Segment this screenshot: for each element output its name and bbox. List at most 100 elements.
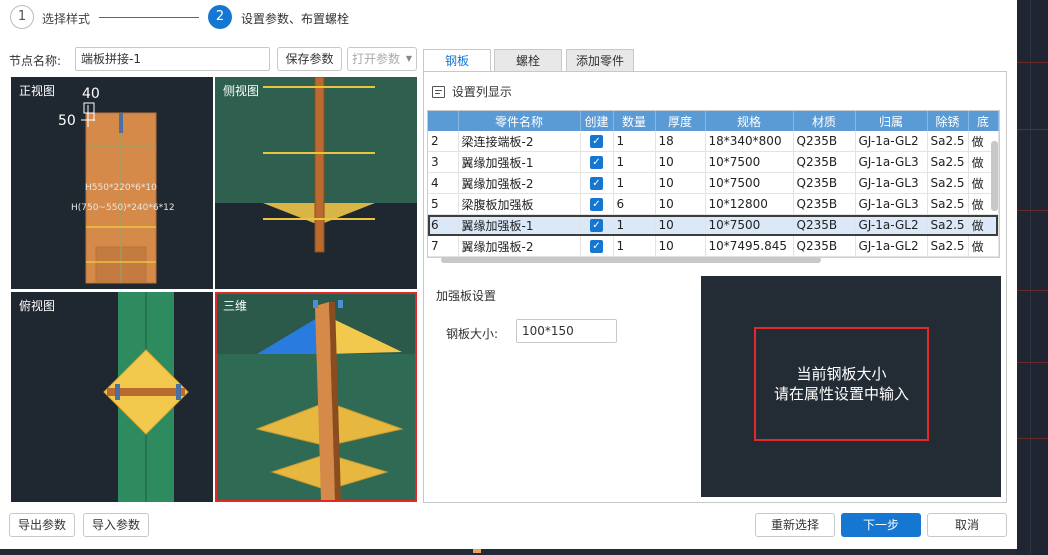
table-cell[interactable]: 10	[655, 151, 706, 173]
table-row[interactable]: 4 翼缘加强板-2 ✓ 1 10 10*7500 Q235B GJ-1a-GL3 Sa2.5 做	[428, 172, 999, 194]
col-header-create[interactable]: 创建	[580, 111, 614, 131]
table-cell[interactable]: 梁腹板加强板	[458, 193, 581, 215]
create-checkbox-cell[interactable]: ✓	[580, 235, 614, 257]
table-cell[interactable]: GJ-1a-GL2	[855, 235, 928, 257]
checkbox-checked-icon[interactable]: ✓	[590, 177, 603, 190]
table-cell[interactable]: 翼缘加强板-2	[458, 235, 581, 257]
checkbox-checked-icon[interactable]: ✓	[590, 219, 603, 232]
table-horizontal-scrollbar[interactable]	[441, 257, 821, 263]
step-1-circle[interactable]: 1	[10, 5, 34, 29]
import-params-button[interactable]: 导入参数	[83, 513, 149, 537]
parts-table[interactable]: 零件名称 创建 数量 厚度 规格 材质 归属 除锈 底 2 梁连接端板-2 ✓ 1 18…	[427, 110, 1000, 258]
col-header-owner[interactable]: 归属	[855, 111, 928, 131]
table-cell[interactable]: 10*7500	[705, 151, 794, 173]
col-header-material[interactable]: 材质	[793, 111, 856, 131]
table-cell[interactable]: 10*7495.845	[705, 235, 794, 257]
side-view-label: 侧视图	[223, 84, 260, 98]
table-cell[interactable]: 18	[655, 131, 706, 152]
table-cell[interactable]: 10	[655, 172, 706, 194]
table-row[interactable]: 7 翼缘加强板-2 ✓ 1 10 10*7495.845 Q235B GJ-1a-GL2 Sa2…	[428, 235, 999, 257]
table-cell[interactable]: 10	[655, 214, 706, 236]
col-header-thickness[interactable]: 厚度	[655, 111, 706, 131]
table-cell[interactable]: 7	[428, 235, 459, 257]
col-header-primer[interactable]: 底	[968, 111, 999, 131]
col-header-derust[interactable]: 除锈	[927, 111, 969, 131]
table-cell[interactable]: Sa2.5	[927, 151, 969, 173]
open-params-dropdown[interactable]: 打开参数 ▼	[347, 47, 417, 71]
table-cell[interactable]: 1	[613, 235, 656, 257]
table-cell[interactable]: 梁连接端板-2	[458, 131, 581, 152]
node-name-input[interactable]: 端板拼接-1	[75, 47, 270, 71]
top-view[interactable]: 俯视图	[11, 292, 213, 502]
column-settings-button[interactable]: 设置列显示	[432, 83, 512, 100]
table-cell[interactable]: 5	[428, 193, 459, 215]
table-cell[interactable]: 3	[428, 151, 459, 173]
col-header-name[interactable]: 零件名称	[458, 111, 581, 131]
checkbox-checked-icon[interactable]: ✓	[590, 135, 603, 148]
col-header-qty[interactable]: 数量	[613, 111, 656, 131]
plate-size-input[interactable]: 100*150	[516, 319, 617, 343]
create-checkbox-cell[interactable]: ✓	[580, 214, 614, 236]
table-cell[interactable]: 1	[613, 131, 656, 152]
next-step-button[interactable]: 下一步	[841, 513, 921, 537]
export-params-button[interactable]: 导出参数	[9, 513, 75, 537]
table-cell[interactable]: GJ-1a-GL3	[855, 193, 928, 215]
tab-add-part[interactable]: 添加零件	[566, 49, 634, 71]
table-vertical-scrollbar[interactable]	[991, 141, 998, 211]
create-checkbox-cell[interactable]: ✓	[580, 131, 614, 152]
table-cell[interactable]: Sa2.5	[927, 214, 969, 236]
table-cell[interactable]: 18*340*800	[705, 131, 794, 152]
table-cell[interactable]: GJ-1a-GL3	[855, 151, 928, 173]
checkbox-checked-icon[interactable]: ✓	[590, 198, 603, 211]
table-cell[interactable]: 翼缘加强板-2	[458, 172, 581, 194]
table-cell[interactable]: 6	[613, 193, 656, 215]
cancel-button[interactable]: 取消	[927, 513, 1007, 537]
table-row[interactable]: 6 翼缘加强板-1 ✓ 1 10 10*7500 Q235B GJ-1a-GL2 Sa2.5 做	[428, 214, 999, 236]
table-cell[interactable]: Q235B	[793, 193, 856, 215]
table-cell[interactable]: 翼缘加强板-1	[458, 151, 581, 173]
table-cell[interactable]: Sa2.5	[927, 131, 969, 152]
table-cell[interactable]: 10*7500	[705, 172, 794, 194]
table-cell[interactable]: Q235B	[793, 151, 856, 173]
create-checkbox-cell[interactable]: ✓	[580, 172, 614, 194]
tab-steel-plate[interactable]: 钢板	[423, 49, 491, 72]
table-cell[interactable]: Sa2.5	[927, 172, 969, 194]
table-cell[interactable]: 10*7500	[705, 214, 794, 236]
table-cell[interactable]: 做	[968, 235, 999, 257]
table-cell[interactable]: 1	[613, 214, 656, 236]
table-cell[interactable]: Q235B	[793, 131, 856, 152]
col-header-spec[interactable]: 规格	[705, 111, 794, 131]
table-cell[interactable]: Sa2.5	[927, 193, 969, 215]
create-checkbox-cell[interactable]: ✓	[580, 151, 614, 173]
tab-bolt[interactable]: 螺栓	[494, 49, 562, 71]
table-cell[interactable]: Q235B	[793, 172, 856, 194]
table-row[interactable]: 3 翼缘加强板-1 ✓ 1 10 10*7500 Q235B GJ-1a-GL3 Sa2.5 做	[428, 151, 999, 173]
table-row[interactable]: 5 梁腹板加强板 ✓ 6 10 10*12800 Q235B GJ-1a-GL3 Sa2.5 做	[428, 193, 999, 215]
table-cell[interactable]: 6	[428, 214, 459, 236]
checkbox-checked-icon[interactable]: ✓	[590, 156, 603, 169]
table-cell[interactable]: 做	[968, 214, 999, 236]
table-cell[interactable]: GJ-1a-GL2	[855, 131, 928, 152]
table-cell[interactable]: 10	[655, 235, 706, 257]
table-cell[interactable]: 4	[428, 172, 459, 194]
table-cell[interactable]: 10*12800	[705, 193, 794, 215]
table-cell[interactable]: 10	[655, 193, 706, 215]
table-cell[interactable]: GJ-1a-GL2	[855, 214, 928, 236]
save-params-button[interactable]: 保存参数	[277, 47, 342, 71]
table-cell[interactable]: Q235B	[793, 235, 856, 257]
step-1-label[interactable]: 选择样式	[42, 10, 90, 27]
table-cell[interactable]: Q235B	[793, 214, 856, 236]
3d-view[interactable]: 三维	[215, 292, 417, 502]
table-row[interactable]: 2 梁连接端板-2 ✓ 1 18 18*340*800 Q235B GJ-1a-GL2 Sa2.…	[428, 131, 999, 152]
create-checkbox-cell[interactable]: ✓	[580, 193, 614, 215]
table-cell[interactable]: Sa2.5	[927, 235, 969, 257]
table-cell[interactable]: GJ-1a-GL3	[855, 172, 928, 194]
reselect-button[interactable]: 重新选择	[755, 513, 835, 537]
side-view[interactable]: 侧视图	[215, 77, 417, 289]
table-cell[interactable]: 1	[613, 151, 656, 173]
table-cell[interactable]: 翼缘加强板-1	[458, 214, 581, 236]
front-view[interactable]: 正视图 40 50 H550*220*6*10 H(750~550)*240*6…	[11, 77, 213, 289]
checkbox-checked-icon[interactable]: ✓	[590, 240, 603, 253]
table-cell[interactable]: 2	[428, 131, 459, 152]
table-cell[interactable]: 1	[613, 172, 656, 194]
